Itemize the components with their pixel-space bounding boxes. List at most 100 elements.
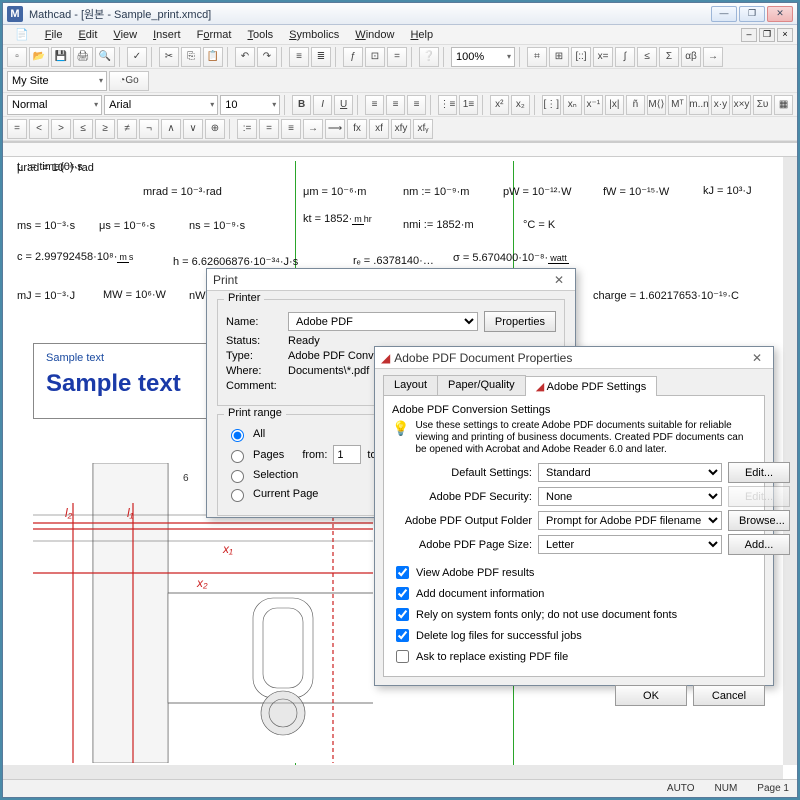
eq-murad[interactable]: μrad = 10⁻⁶·rad (17, 161, 94, 174)
math-graph-icon[interactable]: ⊞ (549, 47, 569, 67)
print-icon[interactable]: 🖨 (73, 47, 93, 67)
eq-mus[interactable]: μs = 10⁻⁶·s (99, 219, 155, 232)
mcol-tb-icon[interactable]: M⟨⟩ (647, 95, 666, 115)
menu-view[interactable]: View (105, 29, 145, 41)
undo-icon[interactable]: ↶ (235, 47, 255, 67)
range-all-radio[interactable] (231, 429, 244, 442)
menu-window[interactable]: Window (347, 29, 402, 41)
paste-icon[interactable]: 📋 (203, 47, 223, 67)
math-bool-icon[interactable]: ≤ (637, 47, 657, 67)
close-button[interactable]: ✕ (767, 6, 793, 22)
underline-button[interactable]: U (334, 95, 353, 115)
browse-button[interactable]: Browse... (728, 510, 790, 531)
page-size-select[interactable]: Letter (538, 535, 722, 554)
eq-fw[interactable]: fW = 10⁻¹⁵·W (603, 185, 669, 198)
eq-nmi[interactable]: nmi := 1852·m (403, 219, 474, 231)
copy-icon[interactable]: ⎘ (181, 47, 201, 67)
help-icon[interactable]: ❔ (419, 47, 439, 67)
symeval-icon[interactable]: → (303, 119, 323, 139)
lt-icon[interactable]: < (29, 119, 49, 139)
ge-icon[interactable]: ≥ (95, 119, 115, 139)
vec-tb-icon[interactable]: ñ (626, 95, 645, 115)
pdf-close-button[interactable]: ✕ (747, 351, 767, 365)
tab-paper-quality[interactable]: Paper/Quality (437, 375, 526, 395)
ne-icon[interactable]: ≠ (117, 119, 137, 139)
font-combo[interactable]: Arial (104, 95, 218, 115)
sup-icon[interactable]: x² (490, 95, 509, 115)
align-right-icon[interactable]: ≡ (407, 95, 426, 115)
align2-icon[interactable]: ≣ (311, 47, 331, 67)
math-calc2-icon[interactable]: ∫ (615, 47, 635, 67)
le-icon[interactable]: ≤ (73, 119, 93, 139)
menu-file[interactable]: File (37, 29, 71, 41)
range-pages-radio[interactable] (231, 450, 244, 463)
default-settings-select[interactable]: Standard (538, 463, 722, 482)
not-icon[interactable]: ¬ (139, 119, 159, 139)
site-combo[interactable]: My Site (7, 71, 107, 91)
range-selection-radio[interactable] (231, 470, 244, 483)
ok-button[interactable]: OK (615, 685, 687, 706)
eq-charge[interactable]: charge = 1.60217653·10⁻¹⁹·C (593, 289, 739, 302)
cb-add-docinfo[interactable] (396, 587, 409, 600)
dot-tb-icon[interactable]: x·y (711, 95, 730, 115)
math-eval-icon[interactable]: x= (593, 47, 613, 67)
align-left-icon[interactable]: ≡ (365, 95, 384, 115)
math-greek-icon[interactable]: αβ (681, 47, 701, 67)
global-icon[interactable]: ≡ (281, 119, 301, 139)
eq-mrad[interactable]: mrad = 10⁻³·rad (143, 185, 222, 198)
cross-tb-icon[interactable]: x×y (732, 95, 751, 115)
eq-re[interactable]: rₑ = .6378140·… (353, 255, 434, 267)
fx3-icon[interactable]: xfy (391, 119, 411, 139)
eq-mw[interactable]: MW = 10⁶·W (103, 289, 166, 301)
align-center-icon[interactable]: ≡ (386, 95, 405, 115)
tab-pdf-settings[interactable]: ◢ Adobe PDF Settings (525, 376, 658, 396)
eq-mj[interactable]: mJ = 10⁻³·J (17, 289, 75, 302)
fx4-icon[interactable]: xfᵧ (413, 119, 433, 139)
vertical-scrollbar[interactable] (783, 157, 797, 765)
horizontal-scrollbar[interactable] (3, 765, 783, 779)
calc-icon[interactable]: = (387, 47, 407, 67)
cb-view-results[interactable] (396, 566, 409, 579)
def-icon[interactable]: := (237, 119, 257, 139)
edit-button-1[interactable]: Edit... (728, 462, 790, 483)
italic-button[interactable]: I (313, 95, 332, 115)
cb-ask-replace[interactable] (396, 650, 409, 663)
minimize-button[interactable]: — (711, 6, 737, 22)
eq-ms[interactable]: ms = 10⁻³·s (17, 219, 75, 232)
open-icon[interactable]: 📂 (29, 47, 49, 67)
symeval2-icon[interactable]: ⟶ (325, 119, 345, 139)
properties-button[interactable]: Properties (484, 311, 556, 332)
matrix-tb-icon[interactable]: [⋮] (542, 95, 561, 115)
or-icon[interactable]: ∨ (183, 119, 203, 139)
eq-nm[interactable]: nm := 10⁻⁹·m (403, 185, 469, 198)
zoom-combo[interactable]: 100% (451, 47, 515, 67)
evalres-icon[interactable]: = (259, 119, 279, 139)
eq-mum[interactable]: μm = 10⁻⁶·m (303, 185, 366, 198)
eq-degc[interactable]: °C = K (523, 219, 555, 231)
go-button[interactable]: ◔ Go (109, 71, 149, 91)
sub-icon[interactable]: x₂ (511, 95, 530, 115)
output-folder-select[interactable]: Prompt for Adobe PDF filename (538, 511, 722, 530)
cb-delete-log[interactable] (396, 629, 409, 642)
menu-edit[interactable]: Edit (70, 29, 105, 41)
redo-icon[interactable]: ↷ (257, 47, 277, 67)
mdi-minimize-button[interactable]: – (741, 28, 757, 42)
bold-button[interactable]: B (292, 95, 311, 115)
mdi-restore-button[interactable]: ❐ (759, 28, 775, 42)
range-current-radio[interactable] (231, 489, 244, 502)
new-icon[interactable]: ▫ (7, 47, 27, 67)
math-matrix-icon[interactable]: [::] (571, 47, 591, 67)
security-select[interactable]: None (538, 487, 722, 506)
mdi-close-button[interactable]: × (777, 28, 793, 42)
printer-select[interactable]: Adobe PDF (288, 312, 478, 331)
eq-pw[interactable]: pW = 10⁻¹²·W (503, 185, 571, 198)
from-input[interactable] (333, 445, 361, 464)
inverse-tb-icon[interactable]: x⁻¹ (584, 95, 603, 115)
math-sym-icon[interactable]: → (703, 47, 723, 67)
size-combo[interactable]: 10 (220, 95, 280, 115)
sum-tb-icon[interactable]: Συ (753, 95, 772, 115)
math-prog-icon[interactable]: Σ (659, 47, 679, 67)
eq-kj[interactable]: kJ = 10³·J (703, 185, 752, 197)
mt-tb-icon[interactable]: Mᵀ (668, 95, 687, 115)
subscript-tb-icon[interactable]: xₙ (563, 95, 582, 115)
